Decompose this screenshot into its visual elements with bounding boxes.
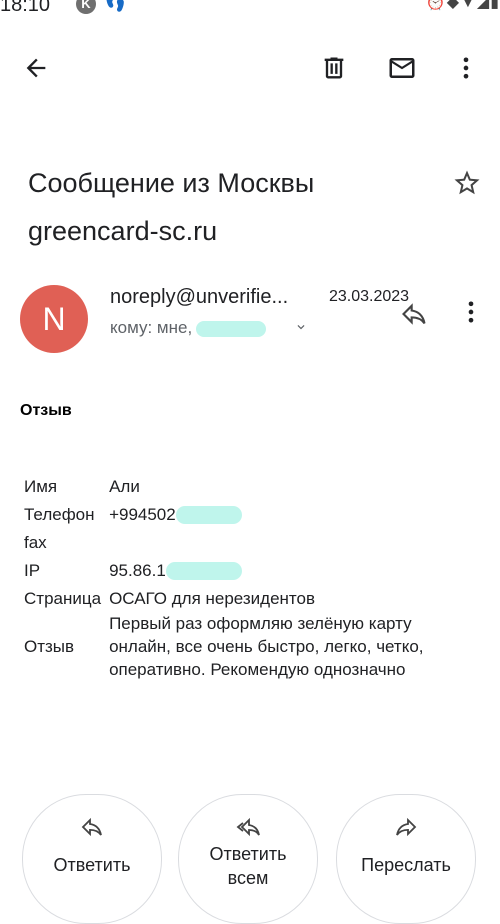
recipients-line[interactable]: кому: мне, [110, 318, 267, 338]
row-label: Отзыв [24, 637, 75, 656]
row-value: ОСАГО для нерезидентов [109, 588, 316, 608]
email-date: 23.03.2023 [329, 288, 410, 305]
reply-icon [80, 815, 104, 844]
row-label: fax [24, 532, 47, 552]
status-time: 18:10 [0, 0, 51, 16]
forward-icon [394, 815, 418, 844]
sender-avatar[interactable]: N [20, 285, 88, 353]
reply-button[interactable]: Ответить [22, 794, 162, 924]
reply-all-button[interactable]: Ответить всем [178, 794, 318, 924]
table-row: Имя Али [20, 472, 461, 500]
reply-icon[interactable] [400, 300, 428, 333]
row-value: Али [109, 476, 140, 496]
delete-icon[interactable] [314, 48, 354, 88]
forward-button[interactable]: Переслать [336, 794, 476, 924]
reply-all-label: Ответить всем [179, 842, 317, 890]
row-value [105, 528, 461, 556]
sender-more-icon[interactable] [462, 298, 480, 331]
reply-label: Ответить [53, 855, 131, 875]
mark-unread-mail-icon[interactable] [382, 48, 422, 88]
row-value: +994502 [105, 500, 461, 528]
more-options-icon[interactable] [446, 48, 486, 88]
subject-line-2: greencard-sc.ru [28, 216, 218, 246]
star-icon[interactable] [452, 168, 486, 202]
reply-all-icon [235, 815, 261, 844]
redacted-phone [175, 506, 242, 525]
status-icons: ⏰◆▼◢▮ [425, 0, 500, 11]
message-title: Отзыв [20, 402, 72, 419]
steps-icon: 👣 [104, 0, 127, 12]
row-label: IP [24, 560, 41, 580]
redacted-recipient [196, 320, 267, 337]
notification-k-icon: K [76, 0, 96, 14]
table-row: Страница ОСАГО для нерезидентов [20, 584, 461, 612]
redacted-ip [165, 562, 242, 581]
email-subject: Сообщение из Москвы greencard-sc.ru [28, 164, 448, 250]
row-label: Имя [24, 476, 58, 496]
row-value: 95.86.1 [105, 556, 461, 584]
forward-label: Переслать [361, 855, 451, 875]
row-value: Первый раз оформляю зелёную карту онлайн… [109, 614, 424, 679]
phone-value[interactable]: +994502 [109, 505, 176, 524]
row-label: Страница [24, 588, 102, 608]
reply-all-label-line2: всем [227, 868, 269, 888]
chevron-down-icon[interactable] [294, 320, 308, 339]
back-arrow-icon[interactable] [16, 48, 56, 88]
table-row: IP 95.86.1 [20, 556, 461, 584]
table-row: Телефон +994502 [20, 500, 461, 528]
reply-all-label-line1: Ответить [209, 844, 287, 864]
table-row: Отзыв Первый раз оформляю зелёную карту … [20, 612, 461, 681]
form-table: Имя Али Телефон +994502 fax IP 95.86.1 С… [20, 472, 461, 681]
row-label: Телефон [24, 504, 95, 524]
sender-address[interactable]: noreply@unverifie... [110, 286, 288, 309]
subject-line-1: Сообщение из Москвы [28, 168, 315, 198]
ip-value: 95.86.1 [109, 560, 166, 580]
recipients-label: кому: мне, [110, 318, 193, 337]
table-row: fax [20, 528, 461, 556]
